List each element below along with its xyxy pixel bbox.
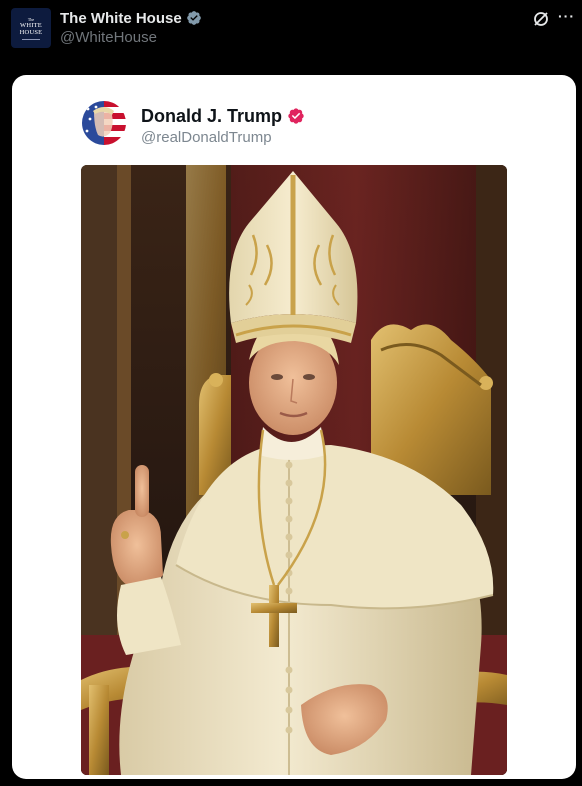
pope-portrait-illustration bbox=[81, 165, 507, 775]
avatar-text-line: HOUSE bbox=[19, 28, 43, 36]
tweet-header: The WHITE HOUSE The White House @WhiteHo… bbox=[0, 0, 582, 62]
tweet-view: The WHITE HOUSE The White House @WhiteHo… bbox=[0, 0, 582, 786]
author-display-name[interactable]: The White House bbox=[60, 10, 182, 27]
flag-portrait-icon bbox=[82, 101, 126, 145]
embedded-author-name-row: Donald J. Trump bbox=[141, 105, 305, 127]
avatar[interactable]: The WHITE HOUSE bbox=[11, 8, 51, 48]
avatar-divider bbox=[22, 38, 40, 40]
embedded-author-handle[interactable]: @realDonaldTrump bbox=[141, 129, 272, 146]
embedded-post-card[interactable]: Donald J. Trump @realDonaldTrump bbox=[12, 75, 576, 779]
verified-badge-icon bbox=[288, 108, 304, 124]
embedded-author-display-name[interactable]: Donald J. Trump bbox=[141, 106, 282, 127]
grok-icon[interactable] bbox=[531, 9, 551, 29]
author-name-row: The White House bbox=[60, 9, 202, 27]
more-icon[interactable]: ··· bbox=[558, 9, 578, 29]
verified-badge-icon bbox=[186, 11, 201, 25]
author-handle[interactable]: @WhiteHouse bbox=[60, 29, 157, 46]
embedded-author-avatar[interactable] bbox=[82, 101, 126, 145]
post-image[interactable] bbox=[81, 165, 507, 775]
avatar-text-line: WHITE bbox=[20, 21, 42, 29]
